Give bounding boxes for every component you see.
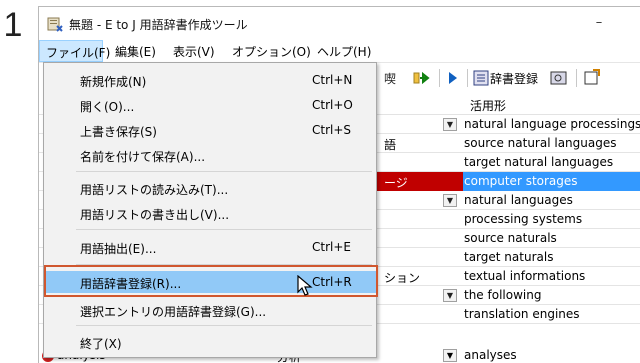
menu-item-shortcut: Ctrl+E xyxy=(312,240,351,254)
menu-edit[interactable]: 編集(E) xyxy=(115,43,156,60)
menu-item-shortcut: Ctrl+N xyxy=(312,73,353,87)
menu-help[interactable]: ヘルプ(H) xyxy=(317,43,371,60)
translation-cell: ション xyxy=(384,271,421,285)
menu-separator xyxy=(76,229,372,230)
menu-item-export-term-list[interactable]: 用語リストの書き出し(V)... xyxy=(44,202,376,224)
dropdown-arrow-icon[interactable]: ▼ xyxy=(443,118,457,131)
column-header-inflection: 活用形 xyxy=(470,99,507,113)
menu-item-exit[interactable]: 終了(X) xyxy=(44,331,376,353)
inflection-cell: target natural languages xyxy=(464,155,614,169)
svg-text:喫: 喫 xyxy=(384,72,396,86)
mouse-cursor-icon xyxy=(297,275,313,296)
translation-cell: 語 xyxy=(384,138,397,152)
inflection-cell: translation engines xyxy=(464,307,580,321)
menu-item-label: 用語抽出(E)... xyxy=(80,242,157,256)
menu-item-label: 名前を付けて保存(A)... xyxy=(80,150,206,164)
import-arrow-icon[interactable] xyxy=(413,69,433,87)
menu-item-register-selected-entries[interactable]: 選択エントリの用語辞書登録(G)... xyxy=(44,299,376,321)
inflection-cell: analyses xyxy=(464,348,517,362)
toolbar-separator xyxy=(576,69,577,87)
toolbar-separator xyxy=(467,69,468,87)
title-bar: 無題 - E to J 用語辞書作成ツール – xyxy=(39,7,640,40)
inflection-cell: the following xyxy=(464,288,542,302)
file-menu-dropdown: 新規作成(N) Ctrl+N 開く(O)... Ctrl+O 上書き保存(S) … xyxy=(43,62,378,358)
callout-highlight-box xyxy=(44,265,378,297)
dropdown-arrow-icon[interactable]: ▼ xyxy=(443,194,457,207)
menu-view[interactable]: 表示(V) xyxy=(173,43,215,60)
inflection-cell: natural language processings xyxy=(464,117,640,131)
inflection-cell: textual informations xyxy=(464,269,586,283)
app-window: 無題 - E to J 用語辞書作成ツール – ファイル(F) 編集(E) 表示… xyxy=(38,6,640,363)
window-title: 無題 - E to J 用語辞書作成ツール xyxy=(69,18,248,32)
menu-item-label: 開く(O)... xyxy=(80,100,135,114)
minimize-button[interactable]: – xyxy=(579,11,619,35)
menu-options[interactable]: オプション(O) xyxy=(232,43,311,60)
step-number: 1 xyxy=(3,6,23,44)
dictionary-tool-icon[interactable] xyxy=(549,69,569,87)
menu-item-new[interactable]: 新規作成(N) Ctrl+N xyxy=(44,69,376,91)
dictionary-lookup-icon[interactable]: 喫 xyxy=(384,69,408,87)
play-icon[interactable] xyxy=(445,69,461,87)
register-dictionary-label[interactable]: 辞書登録 xyxy=(490,70,538,87)
menu-item-save[interactable]: 上書き保存(S) Ctrl+S xyxy=(44,119,376,141)
menu-separator xyxy=(76,171,372,172)
inflection-cell: source natural languages xyxy=(464,136,617,150)
inflection-cell: natural languages xyxy=(464,193,573,207)
menu-item-save-as[interactable]: 名前を付けて保存(A)... xyxy=(44,144,376,166)
menu-item-extract-terms[interactable]: 用語抽出(E)... Ctrl+E xyxy=(44,236,376,258)
menu-item-label: 終了(X) xyxy=(80,337,122,351)
menu-separator xyxy=(76,325,372,326)
dropdown-arrow-icon[interactable]: ▼ xyxy=(443,349,457,362)
menu-item-shortcut: Ctrl+S xyxy=(312,123,352,137)
menu-bar: ファイル(F) 編集(E) 表示(V) オプション(O) ヘルプ(H) xyxy=(39,40,640,62)
translation-cell: ージ xyxy=(384,176,408,190)
inflection-cell: processing systems xyxy=(464,212,583,226)
menu-file[interactable]: ファイル(F) xyxy=(39,40,110,62)
app-icon xyxy=(47,17,63,32)
menu-item-label: 上書き保存(S) xyxy=(80,125,157,139)
menu-item-import-term-list[interactable]: 用語リストの読み込み(T)... xyxy=(44,177,376,199)
inflection-cell: computer storages xyxy=(464,174,578,188)
menu-item-shortcut: Ctrl+O xyxy=(312,98,353,112)
menu-item-label: 選択エントリの用語辞書登録(G)... xyxy=(80,305,267,319)
menu-item-label: 新規作成(N) xyxy=(80,75,147,89)
menu-item-label: 用語リストの書き出し(V)... xyxy=(80,208,230,222)
inflection-cell: source naturals xyxy=(464,231,557,245)
new-entry-icon[interactable] xyxy=(583,69,601,87)
toolbar-separator xyxy=(439,69,440,87)
register-dictionary-icon[interactable] xyxy=(473,69,489,87)
menu-item-open[interactable]: 開く(O)... Ctrl+O xyxy=(44,94,376,116)
dropdown-arrow-icon[interactable]: ▼ xyxy=(443,289,457,302)
menu-item-label: 用語リストの読み込み(T)... xyxy=(80,183,229,197)
inflection-cell: target naturals xyxy=(464,250,554,264)
